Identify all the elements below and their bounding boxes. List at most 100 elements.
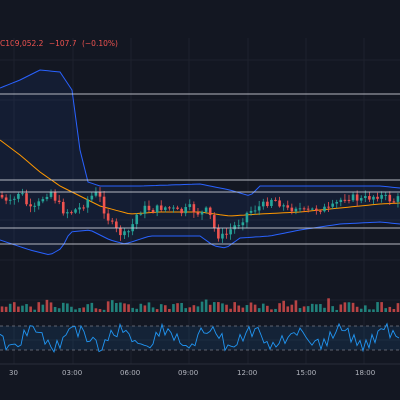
candle-body bbox=[90, 195, 94, 200]
candle-body bbox=[217, 227, 220, 239]
volume-bar bbox=[343, 302, 347, 312]
candle-body bbox=[61, 201, 65, 214]
candle-body bbox=[204, 207, 208, 212]
volume-bar bbox=[164, 305, 167, 312]
candle-body bbox=[115, 221, 118, 228]
time-label-2: 06:00 bbox=[120, 369, 141, 377]
volume-bar bbox=[306, 306, 310, 312]
time-label-1: 03:00 bbox=[62, 369, 83, 377]
volume-bar bbox=[115, 302, 118, 312]
candle-body bbox=[94, 191, 98, 196]
volume-bar bbox=[90, 302, 94, 312]
candle-body bbox=[159, 205, 163, 210]
volume-bar bbox=[184, 308, 188, 312]
candle-body bbox=[372, 196, 375, 200]
volume-bar bbox=[266, 305, 269, 312]
volume-bar bbox=[315, 304, 318, 312]
candle-body bbox=[49, 192, 53, 197]
volume-bar bbox=[66, 303, 69, 312]
candle-body bbox=[249, 210, 253, 213]
bollinger-fill bbox=[0, 70, 400, 255]
candle-body bbox=[168, 207, 171, 209]
volume-bar bbox=[49, 302, 53, 312]
candle-body bbox=[274, 199, 277, 201]
candle-body bbox=[29, 204, 32, 207]
candle-body bbox=[339, 199, 343, 203]
volume-bar bbox=[396, 303, 400, 312]
volume-bar bbox=[180, 302, 183, 312]
candle-body bbox=[155, 205, 159, 213]
candle-body bbox=[261, 201, 265, 207]
candle-body bbox=[282, 205, 285, 207]
volume-bar bbox=[41, 304, 45, 312]
volume-bar bbox=[135, 308, 139, 312]
candle-body bbox=[151, 210, 155, 213]
candle-body bbox=[200, 211, 204, 215]
volume-bar bbox=[29, 306, 32, 312]
volume-bar bbox=[82, 307, 85, 312]
candle-body bbox=[106, 213, 110, 221]
volume-bar bbox=[21, 305, 24, 312]
candle-body bbox=[359, 198, 363, 201]
candle-body bbox=[396, 196, 400, 202]
volume-bar bbox=[253, 304, 257, 312]
volume-bar bbox=[351, 302, 355, 312]
candle-body bbox=[74, 209, 77, 213]
volume-bar bbox=[155, 309, 159, 312]
volume-bar bbox=[78, 308, 81, 312]
volume-bar bbox=[53, 306, 57, 312]
volume-bar bbox=[388, 306, 392, 312]
candle-body bbox=[66, 212, 69, 214]
candle-body bbox=[4, 197, 8, 201]
candle-body bbox=[86, 199, 90, 208]
volume-bar bbox=[208, 304, 212, 312]
volume-bar bbox=[159, 304, 163, 312]
volume-bar bbox=[245, 305, 249, 312]
volume-bar bbox=[376, 302, 379, 312]
candle-body bbox=[180, 208, 183, 214]
volume-bar bbox=[327, 298, 330, 312]
candle-body bbox=[343, 199, 347, 201]
volume-bar bbox=[221, 303, 224, 312]
candle-body bbox=[37, 201, 41, 206]
candle-body bbox=[188, 204, 192, 208]
candle-body bbox=[286, 205, 290, 208]
volume-bar bbox=[94, 308, 98, 312]
volume-bar bbox=[151, 307, 155, 312]
candle-body bbox=[319, 210, 322, 212]
volume-bar bbox=[188, 307, 192, 312]
volume-bar bbox=[192, 305, 196, 312]
volume-bar bbox=[119, 302, 122, 312]
candle-body bbox=[12, 198, 16, 200]
candle-body bbox=[323, 206, 326, 212]
volume-bar bbox=[241, 307, 245, 312]
candle-body bbox=[70, 212, 73, 214]
candle-body bbox=[143, 205, 147, 214]
candle-body bbox=[0, 195, 4, 198]
candle-body bbox=[25, 193, 28, 205]
volume-bar bbox=[323, 307, 326, 312]
volume-bar bbox=[8, 303, 12, 312]
volume-bar bbox=[57, 308, 61, 312]
candle-body bbox=[229, 229, 232, 235]
candle-body bbox=[331, 203, 334, 207]
volume-bar bbox=[286, 306, 290, 312]
candle-body bbox=[78, 207, 81, 210]
volume-bar bbox=[61, 302, 65, 312]
volume-bar bbox=[270, 309, 273, 312]
volume-bar bbox=[290, 304, 294, 312]
candle-body bbox=[98, 191, 102, 197]
candle-body bbox=[33, 205, 36, 207]
volume-bar bbox=[74, 309, 77, 312]
volume-bar bbox=[310, 303, 314, 312]
volume-bar bbox=[257, 308, 261, 312]
volume-bar bbox=[359, 308, 363, 312]
volume-bar bbox=[217, 302, 220, 312]
candle-body bbox=[294, 208, 298, 212]
volume-bar bbox=[172, 304, 175, 312]
candle-body bbox=[376, 196, 379, 199]
candle-body bbox=[221, 233, 224, 239]
price-chart[interactable] bbox=[0, 0, 400, 400]
volume-bar bbox=[110, 300, 114, 312]
volume-bar bbox=[12, 302, 16, 312]
